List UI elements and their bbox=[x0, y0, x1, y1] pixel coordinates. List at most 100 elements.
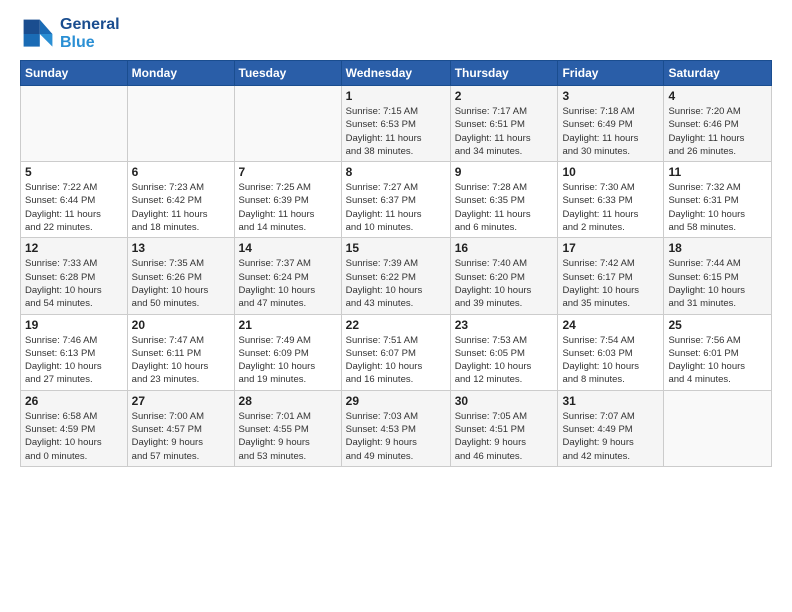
calendar-cell: 5 Sunrise: 7:22 AM Sunset: 6:44 PM Daylig… bbox=[21, 162, 128, 238]
day-info: Sunrise: 7:20 AM Sunset: 6:46 PM Dayligh… bbox=[668, 105, 767, 158]
day-info: Sunrise: 7:53 AM Sunset: 6:05 PM Dayligh… bbox=[455, 334, 554, 387]
day-info: Sunrise: 7:47 AM Sunset: 6:11 PM Dayligh… bbox=[132, 334, 230, 387]
day-number: 23 bbox=[455, 318, 554, 332]
calendar-cell: 28 Sunrise: 7:01 AM Sunset: 4:55 PM Dayli… bbox=[234, 390, 341, 466]
calendar-cell: 25 Sunrise: 7:56 AM Sunset: 6:01 PM Dayli… bbox=[664, 314, 772, 390]
calendar-cell: 4 Sunrise: 7:20 AM Sunset: 6:46 PM Daylig… bbox=[664, 86, 772, 162]
day-info: Sunrise: 7:56 AM Sunset: 6:01 PM Dayligh… bbox=[668, 334, 767, 387]
week-row-1: 1 Sunrise: 7:15 AM Sunset: 6:53 PM Daylig… bbox=[21, 86, 772, 162]
day-number: 10 bbox=[562, 165, 659, 179]
day-info: Sunrise: 7:32 AM Sunset: 6:31 PM Dayligh… bbox=[668, 181, 767, 234]
calendar-cell: 22 Sunrise: 7:51 AM Sunset: 6:07 PM Dayli… bbox=[341, 314, 450, 390]
day-number: 1 bbox=[346, 89, 446, 103]
calendar-cell: 6Sunrise: 7:23 AM Sunset: 6:42 PM Daylig… bbox=[127, 162, 234, 238]
calendar-cell: 14Sunrise: 7:37 AM Sunset: 6:24 PM Dayli… bbox=[234, 238, 341, 314]
day-info: Sunrise: 7:33 AM Sunset: 6:28 PM Dayligh… bbox=[25, 257, 123, 310]
day-number: 22 bbox=[346, 318, 446, 332]
logo-text: General Blue bbox=[60, 16, 120, 51]
weekday-header-monday: Monday bbox=[127, 61, 234, 86]
day-number: 4 bbox=[668, 89, 767, 103]
calendar-cell: 10 Sunrise: 7:30 AM Sunset: 6:33 PM Dayli… bbox=[558, 162, 664, 238]
day-info: Sunrise: 7:49 AM Sunset: 6:09 PM Dayligh… bbox=[239, 334, 337, 387]
day-info: Sunrise: 7:05 AM Sunset: 4:51 PM Dayligh… bbox=[455, 410, 554, 463]
day-number: 3 bbox=[562, 89, 659, 103]
day-number: 13 bbox=[132, 241, 230, 255]
day-number: 20 bbox=[132, 318, 230, 332]
day-info: Sunrise: 7:42 AM Sunset: 6:17 PM Dayligh… bbox=[562, 257, 659, 310]
calendar-cell: 7 Sunrise: 7:25 AM Sunset: 6:39 PM Daylig… bbox=[234, 162, 341, 238]
calendar-cell: 12 Sunrise: 7:33 AM Sunset: 6:28 PM Dayli… bbox=[21, 238, 128, 314]
day-info: Sunrise: 7:00 AM Sunset: 4:57 PM Dayligh… bbox=[132, 410, 230, 463]
calendar-cell: 26 Sunrise: 6:58 AM Sunset: 4:59 PM Dayli… bbox=[21, 390, 128, 466]
day-number: 31 bbox=[562, 394, 659, 408]
calendar-cell: 1 Sunrise: 7:15 AM Sunset: 6:53 PM Daylig… bbox=[341, 86, 450, 162]
day-number: 14 bbox=[239, 241, 337, 255]
weekday-header-wednesday: Wednesday bbox=[341, 61, 450, 86]
week-row-2: 5 Sunrise: 7:22 AM Sunset: 6:44 PM Daylig… bbox=[21, 162, 772, 238]
day-info: Sunrise: 7:35 AM Sunset: 6:26 PM Dayligh… bbox=[132, 257, 230, 310]
weekday-header-thursday: Thursday bbox=[450, 61, 558, 86]
calendar-cell: 11 Sunrise: 7:32 AM Sunset: 6:31 PM Dayli… bbox=[664, 162, 772, 238]
day-info: Sunrise: 7:25 AM Sunset: 6:39 PM Dayligh… bbox=[239, 181, 337, 234]
calendar-cell: 8 Sunrise: 7:27 AM Sunset: 6:37 PM Daylig… bbox=[341, 162, 450, 238]
calendar-body: 1 Sunrise: 7:15 AM Sunset: 6:53 PM Daylig… bbox=[21, 86, 772, 467]
day-info: Sunrise: 7:27 AM Sunset: 6:37 PM Dayligh… bbox=[346, 181, 446, 234]
day-number: 12 bbox=[25, 241, 123, 255]
day-info: Sunrise: 7:28 AM Sunset: 6:35 PM Dayligh… bbox=[455, 181, 554, 234]
day-number: 17 bbox=[562, 241, 659, 255]
day-number: 8 bbox=[346, 165, 446, 179]
calendar-cell: 20 Sunrise: 7:47 AM Sunset: 6:11 PM Dayli… bbox=[127, 314, 234, 390]
week-row-5: 26 Sunrise: 6:58 AM Sunset: 4:59 PM Dayli… bbox=[21, 390, 772, 466]
day-number: 26 bbox=[25, 394, 123, 408]
day-number: 5 bbox=[25, 165, 123, 179]
calendar-cell: 16 Sunrise: 7:40 AM Sunset: 6:20 PM Dayli… bbox=[450, 238, 558, 314]
calendar-cell: 21 Sunrise: 7:49 AM Sunset: 6:09 PM Dayli… bbox=[234, 314, 341, 390]
day-info: Sunrise: 7:30 AM Sunset: 6:33 PM Dayligh… bbox=[562, 181, 659, 234]
calendar-cell bbox=[21, 86, 128, 162]
header: General Blue bbox=[20, 16, 772, 52]
day-number: 16 bbox=[455, 241, 554, 255]
week-row-4: 19Sunrise: 7:46 AM Sunset: 6:13 PM Dayli… bbox=[21, 314, 772, 390]
day-number: 9 bbox=[455, 165, 554, 179]
day-info: Sunrise: 7:22 AM Sunset: 6:44 PM Dayligh… bbox=[25, 181, 123, 234]
day-number: 30 bbox=[455, 394, 554, 408]
calendar-cell: 2Sunrise: 7:17 AM Sunset: 6:51 PM Daylig… bbox=[450, 86, 558, 162]
page-container: General Blue SundayMondayTuesdayWednesda… bbox=[0, 0, 792, 477]
calendar-cell: 24 Sunrise: 7:54 AM Sunset: 6:03 PM Dayli… bbox=[558, 314, 664, 390]
calendar-cell: 27 Sunrise: 7:00 AM Sunset: 4:57 PM Dayli… bbox=[127, 390, 234, 466]
week-row-3: 12 Sunrise: 7:33 AM Sunset: 6:28 PM Dayli… bbox=[21, 238, 772, 314]
day-info: Sunrise: 7:18 AM Sunset: 6:49 PM Dayligh… bbox=[562, 105, 659, 158]
day-info: Sunrise: 7:46 AM Sunset: 6:13 PM Dayligh… bbox=[25, 334, 123, 387]
day-number: 24 bbox=[562, 318, 659, 332]
weekday-header-saturday: Saturday bbox=[664, 61, 772, 86]
day-info: Sunrise: 6:58 AM Sunset: 4:59 PM Dayligh… bbox=[25, 410, 123, 463]
calendar-cell: 23 Sunrise: 7:53 AM Sunset: 6:05 PM Dayli… bbox=[450, 314, 558, 390]
day-number: 28 bbox=[239, 394, 337, 408]
day-number: 25 bbox=[668, 318, 767, 332]
day-number: 21 bbox=[239, 318, 337, 332]
calendar-cell bbox=[127, 86, 234, 162]
calendar-cell: 19Sunrise: 7:46 AM Sunset: 6:13 PM Dayli… bbox=[21, 314, 128, 390]
weekday-header-tuesday: Tuesday bbox=[234, 61, 341, 86]
calendar-cell: 17 Sunrise: 7:42 AM Sunset: 6:17 PM Dayli… bbox=[558, 238, 664, 314]
day-info: Sunrise: 7:15 AM Sunset: 6:53 PM Dayligh… bbox=[346, 105, 446, 158]
weekday-header-friday: Friday bbox=[558, 61, 664, 86]
day-info: Sunrise: 7:51 AM Sunset: 6:07 PM Dayligh… bbox=[346, 334, 446, 387]
day-number: 7 bbox=[239, 165, 337, 179]
calendar-cell: 9 Sunrise: 7:28 AM Sunset: 6:35 PM Daylig… bbox=[450, 162, 558, 238]
calendar-cell: 18Sunrise: 7:44 AM Sunset: 6:15 PM Dayli… bbox=[664, 238, 772, 314]
day-number: 27 bbox=[132, 394, 230, 408]
calendar-cell bbox=[234, 86, 341, 162]
calendar-cell: 29Sunrise: 7:03 AM Sunset: 4:53 PM Dayli… bbox=[341, 390, 450, 466]
day-number: 6 bbox=[132, 165, 230, 179]
day-info: Sunrise: 7:07 AM Sunset: 4:49 PM Dayligh… bbox=[562, 410, 659, 463]
day-number: 29 bbox=[346, 394, 446, 408]
day-info: Sunrise: 7:40 AM Sunset: 6:20 PM Dayligh… bbox=[455, 257, 554, 310]
day-number: 15 bbox=[346, 241, 446, 255]
weekday-header-row: SundayMondayTuesdayWednesdayThursdayFrid… bbox=[21, 61, 772, 86]
calendar-cell bbox=[664, 390, 772, 466]
day-number: 11 bbox=[668, 165, 767, 179]
logo-icon bbox=[20, 16, 56, 52]
day-info: Sunrise: 7:54 AM Sunset: 6:03 PM Dayligh… bbox=[562, 334, 659, 387]
day-info: Sunrise: 7:01 AM Sunset: 4:55 PM Dayligh… bbox=[239, 410, 337, 463]
